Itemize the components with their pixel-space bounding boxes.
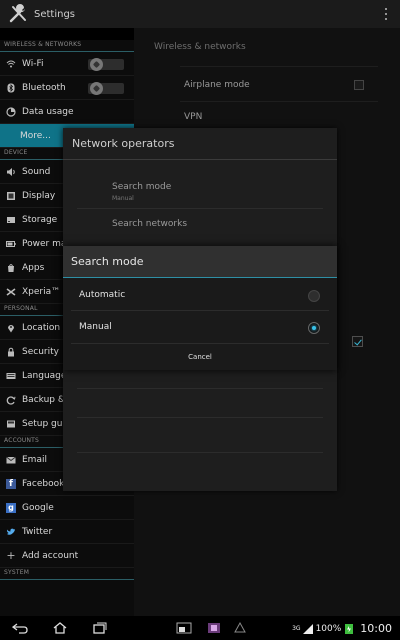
small-apps-icon[interactable] [176,621,192,635]
search-mode-label[interactable]: Search mode [112,182,171,192]
sidebar-item-label: Email [22,454,47,465]
search-networks-label[interactable]: Search networks [112,219,187,229]
divider [180,101,378,102]
dialog-title: Network operators [63,128,337,160]
clock: 10:00 [360,622,392,635]
lock-icon [6,347,16,357]
sidebar-item-bluetooth[interactable]: Bluetooth [0,76,134,100]
sidebar-item-label: Xperia™ [22,286,61,297]
facebook-icon: f [6,478,16,489]
vpn-label[interactable]: VPN [184,112,202,122]
divider [77,388,323,389]
system-navigation-bar: 3G 100% 10:00 [0,616,400,640]
section-header-wireless: WIRELESS & NETWORKS [0,40,134,52]
divider [71,343,329,344]
bluetooth-icon [6,83,16,93]
battery-icon [6,239,16,249]
radio-manual[interactable] [308,322,320,334]
storage-icon [6,215,16,225]
xperia-icon [6,287,16,297]
operator-checkbox[interactable] [352,336,363,347]
divider [77,208,323,209]
sidebar-item-label: Display [22,190,56,201]
settings-wrench-icon[interactable] [8,3,30,25]
media-widget-icon[interactable] [206,621,222,635]
cancel-button[interactable]: Cancel [63,346,337,368]
option-automatic[interactable]: Automatic [63,279,337,311]
plus-icon: + [6,549,16,562]
sidebar-item-twitter[interactable]: Twitter [0,520,134,544]
airplane-mode-checkbox[interactable] [354,80,364,90]
sidebar-item-label: Google [22,502,54,513]
setup-guide-icon [6,419,16,429]
sidebar-item-wifi[interactable]: Wi-Fi [0,52,134,76]
divider [77,417,323,418]
sidebar-item-label: Add account [22,550,79,561]
home-icon[interactable] [52,621,68,635]
sidebar-item-label: Sound [22,166,51,177]
speaker-icon [6,167,16,177]
sidebar-item-label: Facebook [22,478,65,489]
status-area[interactable]: 3G 100% 10:00 [292,622,392,635]
sidebar-item-label: Apps [22,262,45,273]
recent-apps-icon[interactable] [92,621,108,635]
option-label: Manual [79,322,112,332]
location-icon [6,323,16,333]
sidebar-item-data-usage[interactable]: Data usage [0,100,134,124]
sidebar-item-label: Data usage [22,106,74,117]
display-icon [6,191,16,201]
dialog-title: Search mode [63,246,337,278]
sidebar-item-label: More... [20,130,51,141]
sidebar-item-label: Bluetooth [22,82,66,93]
language-icon [6,371,16,381]
wifi-toggle[interactable] [88,58,124,71]
notification-icon [232,621,248,635]
sidebar-item-add-account[interactable]: + Add account [0,544,134,568]
data-usage-icon [6,106,16,117]
battery-charging-icon [345,624,354,634]
sidebar-item-google[interactable]: g Google [0,496,134,520]
airplane-mode-label[interactable]: Airplane mode [184,80,250,90]
search-mode-value: Manual [112,195,134,202]
divider [180,66,378,67]
action-bar: Settings [0,0,400,28]
divider [77,452,323,453]
overflow-menu-icon[interactable] [384,8,388,20]
twitter-icon [6,527,16,537]
section-header-system: SYSTEM [0,568,134,580]
app-title: Settings [34,8,76,20]
wifi-icon [6,59,16,69]
bluetooth-toggle[interactable] [88,82,124,95]
sidebar-item-label: Twitter [22,526,53,537]
backup-icon [6,395,16,405]
sidebar-item-label: Storage [22,214,58,225]
google-icon: g [6,502,16,513]
battery-percent: 100% [315,623,342,634]
search-mode-dialog: Search mode Automatic Manual Cancel [63,246,337,370]
apps-icon [6,263,16,273]
email-icon [6,455,16,465]
option-manual[interactable]: Manual [63,311,337,343]
network-type: 3G [292,625,301,632]
signal-icon [302,623,313,634]
detail-header: Wireless & networks [154,42,246,52]
radio-automatic[interactable] [308,290,320,302]
sidebar-item-label: Wi-Fi [22,58,44,69]
sidebar-item-label: Security [22,346,59,357]
back-icon[interactable] [12,621,28,635]
option-label: Automatic [79,290,126,300]
